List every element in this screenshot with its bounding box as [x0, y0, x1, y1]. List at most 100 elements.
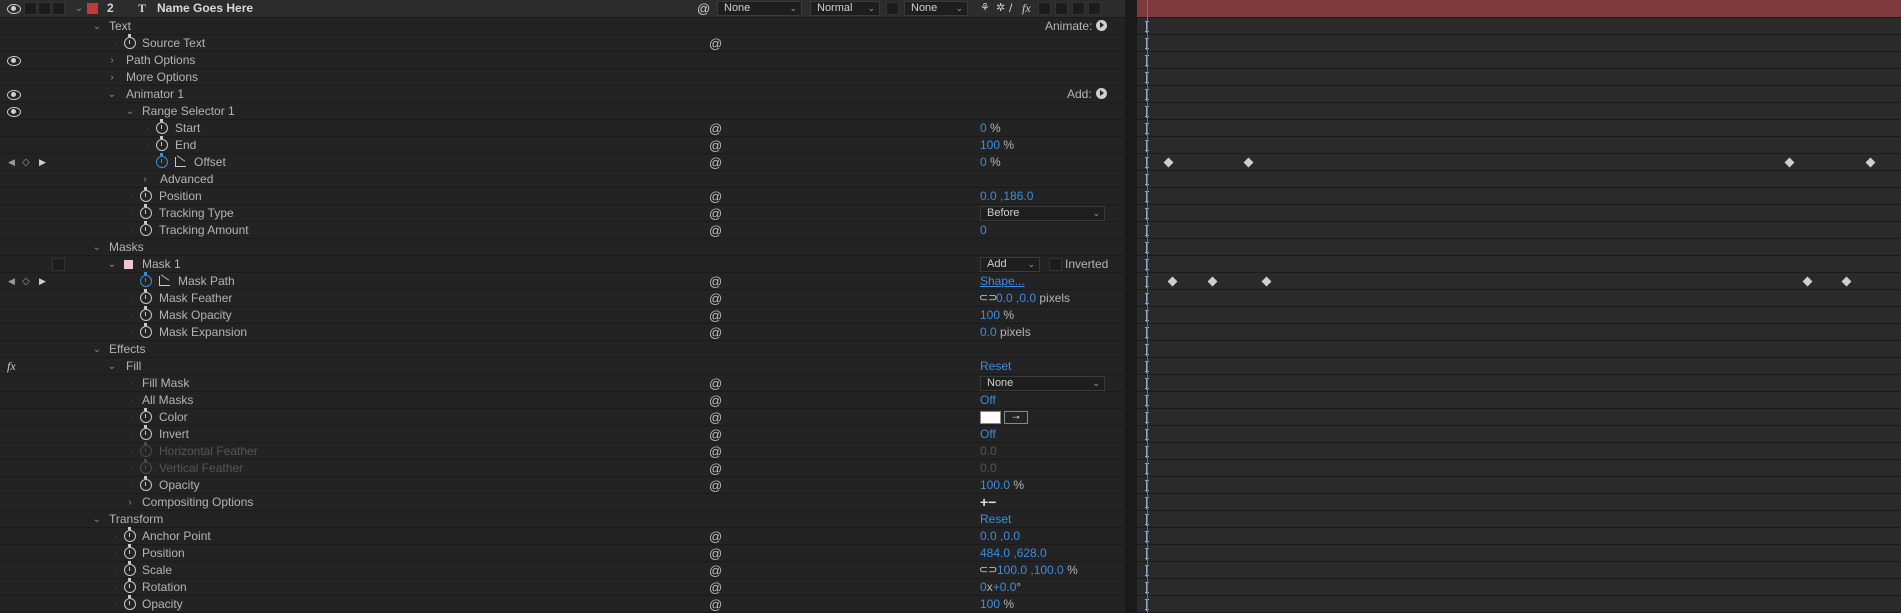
expression-pickwhip-icon[interactable]: @	[709, 562, 723, 579]
transform-group-row[interactable]: ⌄ Transform Reset	[0, 511, 1125, 528]
fill-opacity-row[interactable]: · Opacity @ 100.0 %	[0, 476, 1125, 494]
text-group-row[interactable]: ⌄ Text Animate:	[0, 18, 1125, 35]
mask-expansion-value[interactable]: 0.0 pixels	[980, 324, 1031, 341]
opacity-value[interactable]: 100 %	[980, 596, 1014, 613]
effects-group-row[interactable]: ⌄ Effects	[0, 341, 1125, 358]
timeline-track-row[interactable]	[1137, 18, 1901, 35]
expression-pickwhip-icon[interactable]: @	[709, 579, 723, 596]
fill-effect-row[interactable]: fx ⌄ Fill Reset	[0, 358, 1125, 375]
visibility-eye-icon[interactable]	[7, 107, 21, 117]
expression-pickwhip-icon[interactable]: @	[709, 528, 723, 545]
stopwatch-icon[interactable]	[124, 34, 136, 49]
tracking-type-row[interactable]: · Tracking Type @ Before ⌄	[0, 204, 1125, 222]
timeline-track-row[interactable]	[1137, 239, 1901, 256]
timeline-track-row[interactable]	[1137, 511, 1901, 528]
expression-pickwhip-icon[interactable]: @	[709, 460, 723, 477]
mask-opacity-value[interactable]: 100 %	[980, 307, 1014, 324]
stopwatch-icon[interactable]	[124, 527, 136, 542]
timeline-track-row[interactable]	[1137, 222, 1901, 239]
scale-value[interactable]: 100.0 ,100.0 %	[997, 562, 1078, 579]
expand-chevron-icon[interactable]: ›	[107, 52, 117, 69]
start-value[interactable]: 0 %	[980, 120, 1001, 137]
timeline-track-row[interactable]	[1137, 392, 1901, 409]
stopwatch-icon[interactable]	[140, 323, 152, 338]
timeline-track-row[interactable]	[1137, 596, 1901, 613]
anchor-point-row[interactable]: · Anchor Point @ 0.0 ,0.0	[0, 527, 1125, 545]
position-row[interactable]: · Position @ 484.0 ,628.0	[0, 544, 1125, 562]
path-options-row[interactable]: › Path Options	[0, 52, 1125, 69]
stopwatch-icon[interactable]	[124, 561, 136, 576]
animator-row[interactable]: ⌄ Animator 1 Add:	[0, 86, 1125, 103]
timeline-track-row[interactable]	[1137, 137, 1901, 154]
timeline-track-row[interactable]	[1137, 273, 1901, 290]
timeline-track-row[interactable]	[1137, 69, 1901, 86]
expression-pickwhip-icon[interactable]: @	[709, 324, 723, 341]
mask-expansion-row[interactable]: · Mask Expansion @ 0.0 pixels	[0, 323, 1125, 341]
expression-pickwhip-icon[interactable]: @	[709, 443, 723, 460]
scale-row[interactable]: · Scale @ ⊂⊃ 100.0 ,100.0 %	[0, 561, 1125, 579]
stopwatch-icon[interactable]	[156, 119, 168, 134]
expand-chevron-icon[interactable]: ⌄	[92, 341, 102, 358]
visibility-eye-icon[interactable]	[7, 56, 21, 66]
timeline-track-row[interactable]	[1137, 256, 1901, 273]
expression-pickwhip-icon[interactable]: @	[709, 188, 723, 205]
expand-chevron-icon[interactable]: ⌄	[107, 86, 117, 103]
expression-pickwhip-icon[interactable]: @	[709, 545, 723, 562]
compositing-options-row[interactable]: › Compositing Options +−	[0, 494, 1125, 511]
rotation-value[interactable]: 0x+0.0°	[980, 579, 1021, 596]
stopwatch-icon[interactable]	[140, 204, 152, 219]
expression-pickwhip-icon[interactable]: @	[709, 35, 723, 52]
graph-icon[interactable]	[159, 276, 170, 286]
layer-row[interactable]: ⌄ 2 T Name Goes Here @ None ⌄ Normal ⌄ Non…	[0, 0, 1125, 18]
preserve-transparency-toggle[interactable]	[886, 2, 899, 15]
current-time-indicator[interactable]	[1147, 0, 1148, 613]
next-keyframe-icon[interactable]: ▶	[39, 154, 46, 171]
mask-color-swatch[interactable]	[124, 260, 133, 269]
parent-dropdown[interactable]: None ⌄	[717, 1, 802, 16]
expand-chevron-icon[interactable]: ⌄	[92, 18, 102, 35]
effect-fx-icon[interactable]: fx	[7, 358, 16, 375]
expression-pickwhip-icon[interactable]: @	[709, 273, 723, 290]
timeline-graph-area[interactable]	[1137, 0, 1901, 613]
tracking-amount-value[interactable]: 0	[980, 222, 987, 239]
add-keyframe-icon[interactable]: ◇	[22, 273, 30, 290]
timeline-track-row[interactable]	[1137, 86, 1901, 103]
range-selector-row[interactable]: ⌄ Range Selector 1	[0, 103, 1125, 120]
track-matte-dropdown[interactable]: None ⌄	[904, 1, 968, 16]
audio-toggle[interactable]	[24, 2, 37, 15]
stopwatch-icon[interactable]	[140, 289, 152, 304]
masks-group-row[interactable]: ⌄ Masks	[0, 239, 1125, 256]
layer-label-color[interactable]	[87, 3, 98, 14]
timeline-track-row[interactable]	[1137, 375, 1901, 392]
mask-shape-link[interactable]: Shape...	[980, 273, 1025, 290]
quality-icon[interactable]: /	[1009, 0, 1012, 17]
expression-pickwhip-icon[interactable]: @	[709, 137, 723, 154]
offset-value[interactable]: 0 %	[980, 154, 1001, 171]
timeline-track-row[interactable]	[1137, 324, 1901, 341]
mask-1-row[interactable]: ⌄ Mask 1 Add ⌄ Inverted	[0, 256, 1125, 273]
lock-toggle[interactable]	[52, 2, 65, 15]
stopwatch-icon[interactable]	[156, 136, 168, 151]
animate-play-icon[interactable]	[1096, 20, 1108, 31]
expression-pickwhip-icon[interactable]: @	[709, 205, 723, 222]
expression-pickwhip-icon[interactable]: @	[709, 596, 723, 613]
invert-row[interactable]: · Invert @ Off	[0, 425, 1125, 443]
timeline-track-row[interactable]	[1137, 307, 1901, 324]
timeline-track-row[interactable]	[1137, 358, 1901, 375]
end-row[interactable]: · End @ 100 %	[0, 136, 1125, 154]
layer-expand-chevron-icon[interactable]: ⌄	[74, 0, 84, 17]
color-swatch[interactable]	[980, 411, 1001, 424]
end-value[interactable]: 100 %	[980, 137, 1014, 154]
mask-lock-toggle[interactable]	[52, 258, 65, 271]
timeline-track-row[interactable]	[1137, 35, 1901, 52]
prev-keyframe-icon[interactable]: ◀	[8, 273, 15, 290]
expand-chevron-icon[interactable]: ⌄	[92, 239, 102, 256]
parent-pickwhip-icon[interactable]: @	[697, 0, 710, 17]
timeline-track-row[interactable]	[1137, 477, 1901, 494]
mask-inverted-checkbox[interactable]	[1049, 258, 1062, 271]
animate-menu[interactable]: Animate:	[1045, 18, 1108, 35]
timeline-track-row[interactable]	[1137, 290, 1901, 307]
expression-pickwhip-icon[interactable]: @	[709, 477, 723, 494]
expand-chevron-icon[interactable]: ›	[107, 69, 117, 86]
adjustment-layer-toggle[interactable]	[1055, 2, 1068, 15]
